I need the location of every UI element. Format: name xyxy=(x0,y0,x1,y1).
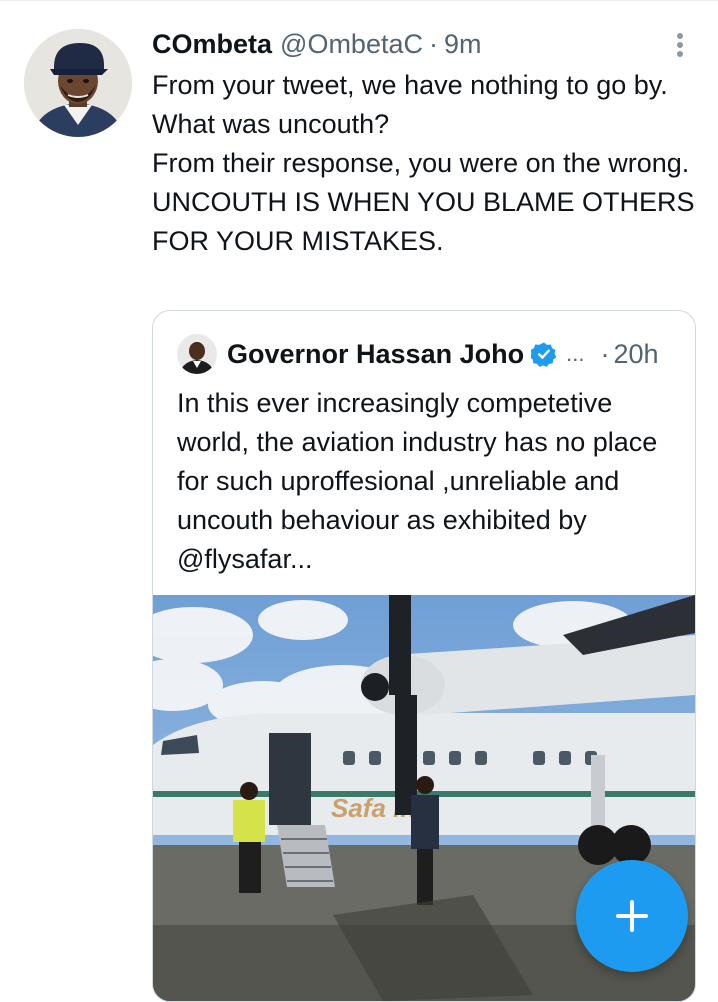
tweet-header: COmbeta @OmbetaC · 9m xyxy=(152,28,482,60)
tweet[interactable]: COmbeta @OmbetaC · 9m From your tweet, w… xyxy=(0,0,718,1002)
quoted-author-name[interactable]: Governor Hassan Joho xyxy=(227,337,524,371)
quoted-tweet-timestamp[interactable]: 20h xyxy=(613,337,658,371)
tweet-text: From your tweet, we have nothing to go b… xyxy=(152,70,695,256)
author-avatar[interactable] xyxy=(24,29,132,137)
avatar-image xyxy=(24,29,132,137)
verified-badge-icon xyxy=(531,342,557,367)
plus-icon xyxy=(616,900,648,932)
quoted-avatar-image xyxy=(177,334,217,374)
quoted-name-truncation: ... xyxy=(566,341,585,366)
header-separator: · xyxy=(428,29,438,59)
quoted-author-avatar[interactable] xyxy=(177,334,217,374)
tweet-timestamp[interactable]: 9m xyxy=(444,28,482,60)
compose-tweet-button[interactable] xyxy=(576,860,688,972)
more-vertical-icon[interactable] xyxy=(668,32,692,58)
author-handle[interactable]: @OmbetaC xyxy=(280,28,423,60)
quoted-header-separator: · xyxy=(600,339,610,369)
quoted-tweet-header: Governor Hassan Joho ... · 20h xyxy=(227,337,659,371)
quoted-tweet-text: In this ever increasingly competetive wo… xyxy=(177,388,658,574)
author-name[interactable]: COmbeta xyxy=(152,28,272,60)
